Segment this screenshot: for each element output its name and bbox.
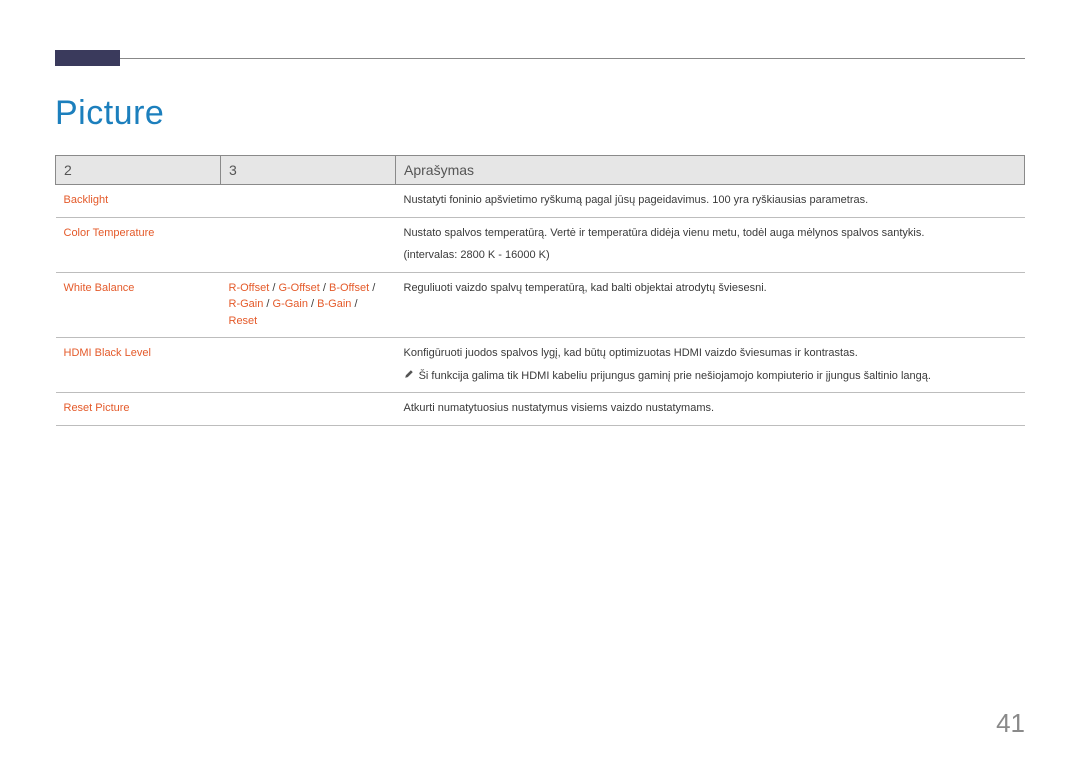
menu-color-temperature: Color Temperature bbox=[64, 227, 155, 239]
submenu-white-balance: R-Offset / G-Offset / B-Offset / R-Gain … bbox=[221, 272, 396, 338]
col-header-2: 2 bbox=[56, 156, 221, 185]
page-title: Picture bbox=[55, 94, 1025, 133]
menu-hdmi-black-level: HDMI Black Level bbox=[64, 347, 151, 359]
desc-hdmi: Konfigūruoti juodos spalvos lygį, kad bū… bbox=[404, 345, 1017, 362]
col-header-desc: Aprašymas bbox=[396, 156, 1025, 185]
menu-white-balance: White Balance bbox=[64, 282, 135, 294]
table-row: White Balance R-Offset / G-Offset / B-Of… bbox=[56, 272, 1025, 338]
settings-table: 2 3 Aprašymas Backlight Nustatyti fonini… bbox=[55, 155, 1025, 426]
desc-color-temp-1: Nustato spalvos temperatūrą. Vertė ir te… bbox=[404, 225, 1017, 242]
table-row: Color Temperature Nustato spalvos temper… bbox=[56, 217, 1025, 272]
menu-backlight: Backlight bbox=[64, 194, 109, 206]
desc-backlight: Nustatyti foninio apšvietimo ryškumą pag… bbox=[396, 185, 1025, 218]
pencil-icon bbox=[404, 368, 416, 385]
desc-color-temp-2: (intervalas: 2800 K - 16000 K) bbox=[404, 247, 1017, 264]
desc-white-balance: Reguliuoti vaizdo spalvų temperatūrą, ka… bbox=[396, 272, 1025, 338]
menu-reset-picture: Reset Picture bbox=[64, 402, 130, 414]
note-hdmi: Ši funkcija galima tik HDMI kabeliu prij… bbox=[419, 370, 931, 382]
page-number: 41 bbox=[996, 708, 1025, 739]
table-row: HDMI Black Level Konfigūruoti juodos spa… bbox=[56, 338, 1025, 393]
desc-reset: Atkurti numatytuosius nustatymus visiems… bbox=[396, 393, 1025, 426]
table-row: Reset Picture Atkurti numatytuosius nust… bbox=[56, 393, 1025, 426]
header-rule bbox=[55, 50, 1025, 68]
col-header-3: 3 bbox=[221, 156, 396, 185]
table-row: Backlight Nustatyti foninio apšvietimo r… bbox=[56, 185, 1025, 218]
